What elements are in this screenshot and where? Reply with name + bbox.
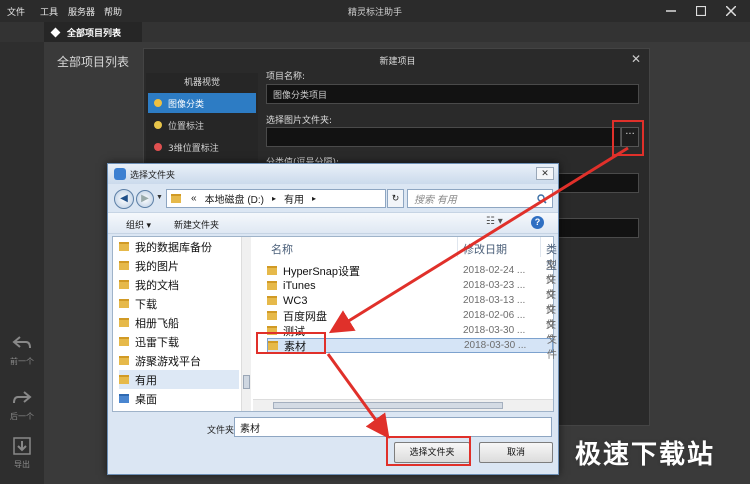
arrow-to-folder	[328, 146, 629, 334]
arrow-to-select-button	[326, 353, 390, 439]
watermark: 极速下载站	[575, 440, 716, 470]
annotation-arrows	[326, 146, 629, 439]
